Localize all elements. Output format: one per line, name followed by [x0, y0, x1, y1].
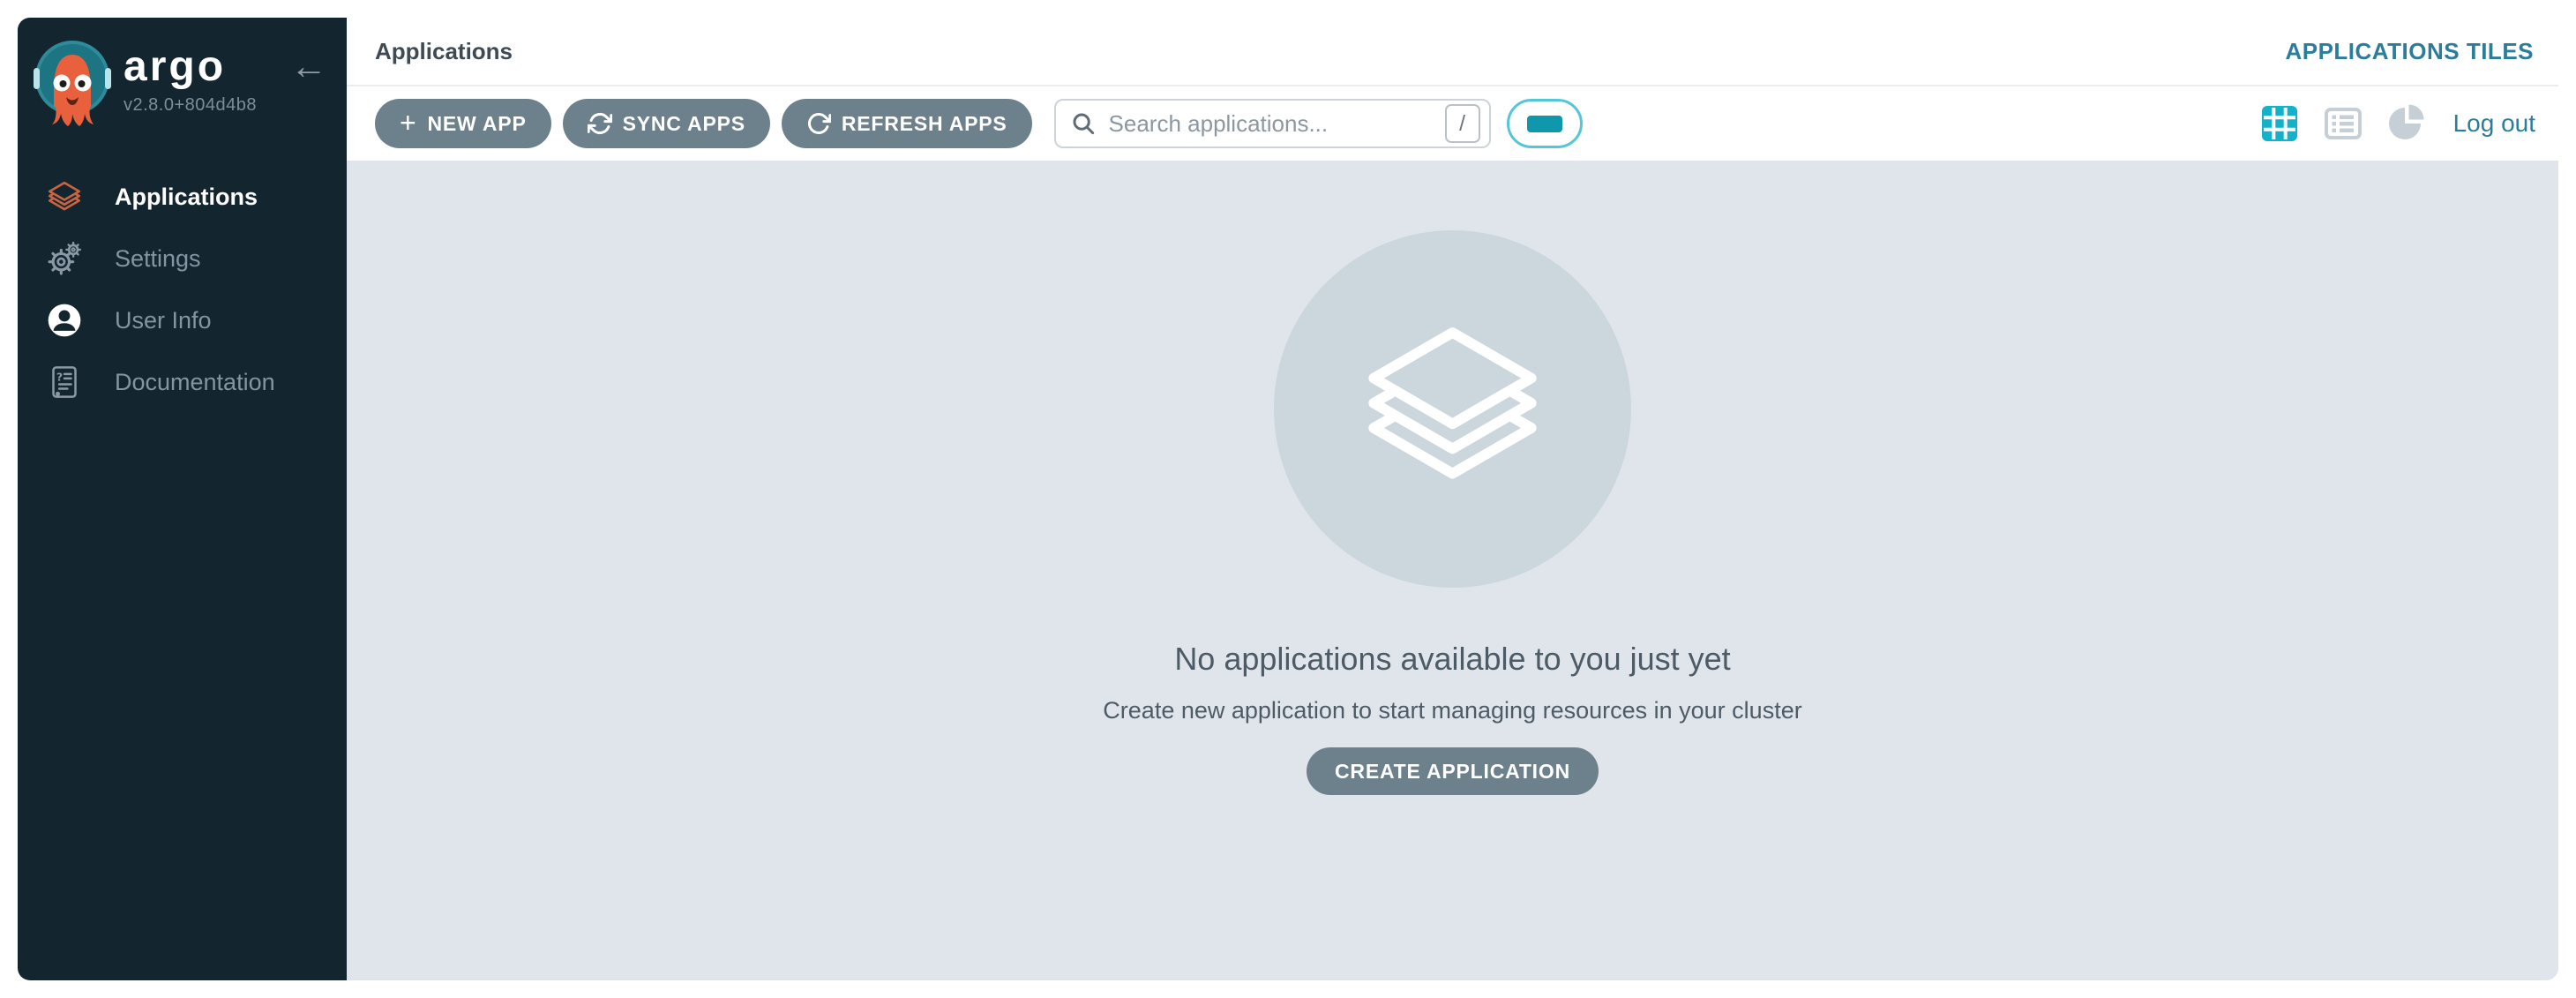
sidebar-item-label: User Info	[115, 307, 212, 334]
tiles-view-icon[interactable]	[2259, 103, 2300, 144]
sidebar-item-applications[interactable]: Applications	[18, 166, 347, 228]
toolbar-right: Log out	[2259, 103, 2535, 144]
logo-text: argo v2.8.0+804d4b8	[124, 46, 257, 116]
sidebar-nav: Applications	[18, 166, 347, 413]
toolbar: + NEW APP SYNC APPS	[347, 86, 2558, 161]
empty-state-subtitle: Create new application to start managing…	[1103, 697, 1801, 724]
logout-button[interactable]: Log out	[2453, 109, 2535, 138]
refresh-icon	[806, 111, 831, 136]
app-window: argo v2.8.0+804d4b8 ← Applications	[18, 18, 2558, 980]
top-bar: Applications APPLICATIONS TILES	[347, 18, 2558, 86]
empty-state-title: No applications available to you just ye…	[1174, 641, 1730, 678]
empty-state-circle	[1274, 230, 1631, 588]
sidebar-item-user-info[interactable]: User Info	[18, 289, 347, 351]
sidebar-item-label: Settings	[115, 245, 201, 273]
sync-apps-button[interactable]: SYNC APPS	[563, 99, 770, 148]
slash-shortcut-badge: /	[1445, 104, 1480, 143]
list-view-icon[interactable]	[2323, 103, 2363, 144]
sidebar-item-documentation[interactable]: ? Documentation	[18, 351, 347, 413]
argo-octopus-logo-icon	[32, 39, 113, 131]
sidebar-item-settings[interactable]: Settings	[18, 228, 347, 289]
search-input[interactable]	[1109, 110, 1445, 138]
sidebar: argo v2.8.0+804d4b8 ← Applications	[18, 18, 347, 980]
sidebar-item-label: Applications	[115, 184, 258, 211]
argo-wordmark: argo	[124, 46, 257, 88]
gears-icon	[44, 238, 85, 279]
logo-row: argo v2.8.0+804d4b8 ←	[18, 18, 347, 131]
version-label: v2.8.0+804d4b8	[124, 95, 257, 116]
page-title: APPLICATIONS TILES	[2285, 38, 2534, 65]
search-box: /	[1054, 99, 1491, 148]
sync-icon	[588, 111, 612, 136]
breadcrumb: Applications	[375, 38, 513, 65]
layers-icon	[44, 176, 85, 217]
layers-icon-large	[1349, 304, 1556, 515]
user-icon	[44, 300, 85, 341]
document-icon: ?	[44, 362, 85, 402]
refresh-apps-button[interactable]: REFRESH APPS	[782, 99, 1032, 148]
collapse-sidebar-icon[interactable]: ←	[290, 48, 327, 85]
new-app-button[interactable]: + NEW APP	[375, 99, 551, 148]
plus-icon: +	[400, 112, 417, 135]
main-area: Applications APPLICATIONS TILES + NEW AP…	[347, 18, 2558, 980]
toggle-dash-icon	[1527, 116, 1562, 132]
create-application-button[interactable]: CREATE APPLICATION	[1307, 747, 1599, 795]
pie-chart-view-icon[interactable]	[2386, 103, 2427, 144]
favorites-toggle[interactable]	[1507, 99, 1583, 148]
sidebar-item-label: Documentation	[115, 369, 275, 396]
empty-state: No applications available to you just ye…	[347, 161, 2558, 980]
search-icon	[1070, 110, 1097, 137]
svg-text:?: ?	[56, 370, 63, 383]
